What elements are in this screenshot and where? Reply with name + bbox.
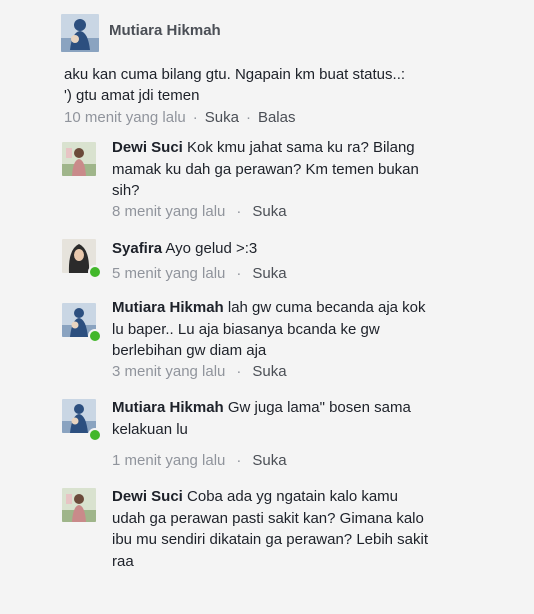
online-status-icon bbox=[88, 265, 102, 279]
post-like-link[interactable]: Suka bbox=[205, 109, 239, 126]
comment-meta: 5 menit yang lalu · Suka bbox=[112, 265, 287, 282]
comment-time[interactable]: 3 menit yang lalu bbox=[112, 363, 225, 380]
comment-body: Mutiara Hikmah lah gw cuma becanda aja k… bbox=[112, 297, 432, 362]
post-reply-link[interactable]: Balas bbox=[258, 109, 296, 126]
comment-body: Mutiara Hikmah Gw juga lama" bosen sama … bbox=[112, 397, 432, 440]
comment-body: Dewi Suci Kok kmu jahat sama ku ra? Bila… bbox=[112, 137, 432, 202]
post-author-name[interactable]: Mutiara Hikmah bbox=[109, 22, 221, 39]
comment-author[interactable]: Mutiara Hikmah bbox=[112, 399, 224, 416]
profile-photo-girl-icon bbox=[62, 488, 96, 522]
comment-meta: 8 menit yang lalu · Suka bbox=[112, 203, 287, 220]
separator-dot: · bbox=[192, 109, 198, 126]
online-status-icon bbox=[88, 428, 102, 442]
online-status-icon bbox=[88, 329, 102, 343]
comment-body: Syafira Ayo gelud >:3 bbox=[112, 238, 432, 260]
comment-author[interactable]: Mutiara Hikmah bbox=[112, 299, 224, 316]
separator-dot: · bbox=[236, 203, 242, 220]
comment-author[interactable]: Dewi Suci bbox=[112, 139, 183, 156]
comment-body: Dewi Suci Coba ada yg ngatain kalo kamu … bbox=[112, 486, 432, 572]
comment-meta: 1 menit yang lalu · Suka bbox=[112, 452, 287, 469]
comment-author[interactable]: Dewi Suci bbox=[112, 488, 183, 505]
comment-text: Ayo gelud >:3 bbox=[165, 240, 258, 257]
profile-photo-mother-child-icon bbox=[61, 14, 99, 52]
comment-author[interactable]: Syafira bbox=[112, 240, 162, 257]
separator-dot: · bbox=[236, 265, 242, 282]
post-meta: 10 menit yang lalu · Suka · Balas bbox=[64, 109, 295, 126]
comment-like-link[interactable]: Suka bbox=[252, 265, 286, 282]
post-time[interactable]: 10 menit yang lalu bbox=[64, 109, 186, 126]
separator-dot: · bbox=[236, 452, 242, 469]
separator-dot: · bbox=[236, 363, 242, 380]
comment-avatar[interactable] bbox=[62, 488, 96, 522]
comment-meta: 3 menit yang lalu · Suka bbox=[112, 363, 287, 380]
post-author-avatar[interactable] bbox=[61, 14, 99, 52]
post-text: aku kan cuma bilang gtu. Ngapain km buat… bbox=[64, 66, 406, 104]
comment-time[interactable]: 5 menit yang lalu bbox=[112, 265, 225, 282]
comment-like-link[interactable]: Suka bbox=[252, 203, 286, 220]
comment-avatar[interactable] bbox=[62, 142, 96, 176]
comment-time[interactable]: 1 menit yang lalu bbox=[112, 452, 225, 469]
comment-like-link[interactable]: Suka bbox=[252, 363, 286, 380]
comment-time[interactable]: 8 menit yang lalu bbox=[112, 203, 225, 220]
profile-photo-girl-icon bbox=[62, 142, 96, 176]
separator-dot: · bbox=[245, 109, 251, 126]
comment-like-link[interactable]: Suka bbox=[252, 452, 286, 469]
